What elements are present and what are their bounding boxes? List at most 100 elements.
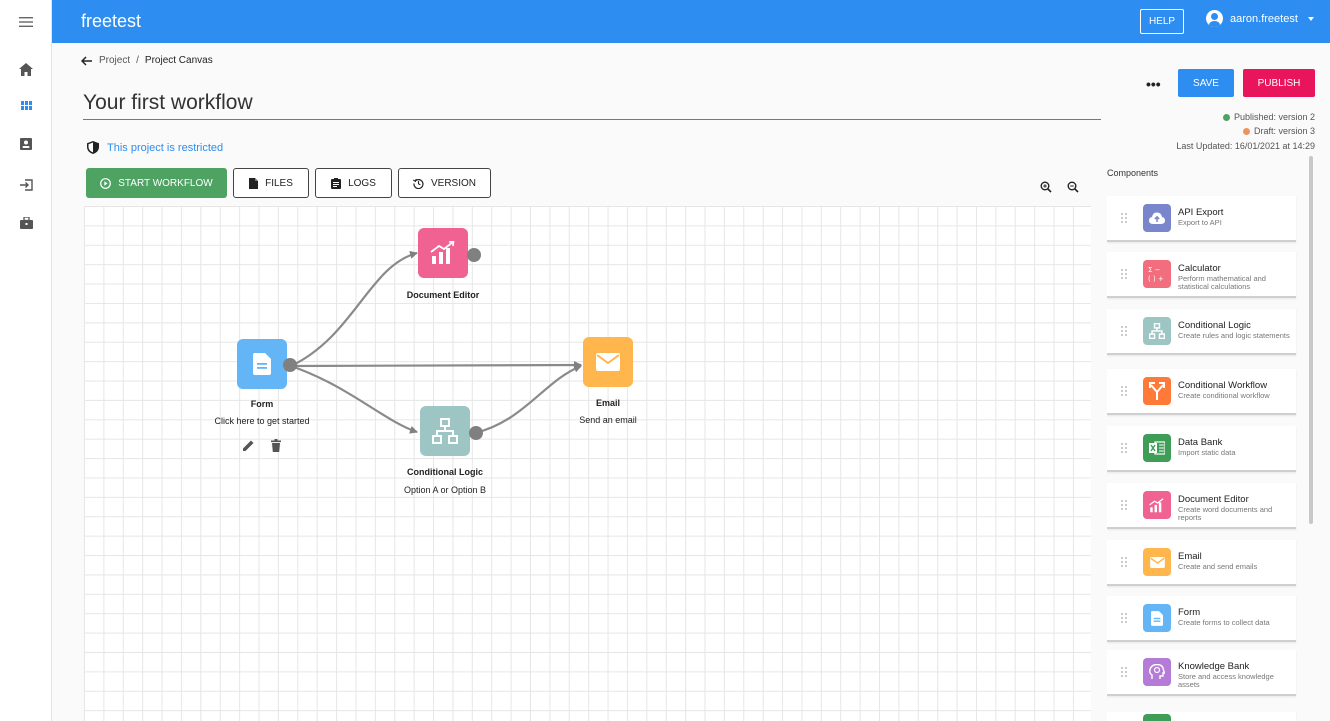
pencil-icon[interactable] — [242, 439, 255, 452]
component-name: Conditional Logic — [1178, 320, 1251, 331]
version-button[interactable]: VERSION — [398, 168, 491, 198]
document-editor-node-title: Document Editor — [406, 290, 480, 300]
svg-text:( ) +: ( ) + — [1148, 275, 1164, 283]
component-desc: Create word documents and reports — [1178, 505, 1273, 522]
chart-report-icon — [430, 241, 455, 264]
excel-icon — [1143, 434, 1171, 462]
play-circle-icon — [100, 177, 112, 189]
contact-card-icon[interactable] — [17, 135, 35, 153]
published-text: Published: version 2 — [1233, 112, 1315, 122]
version-label: VERSION — [430, 177, 476, 189]
component-calculator[interactable]: Σ −( ) + Calculator Perform mathematical… — [1107, 252, 1296, 298]
link-form-document-editor[interactable] — [290, 250, 418, 367]
drag-handle-icon[interactable] — [1120, 442, 1128, 454]
components-list[interactable]: API Export Export to API Σ −( ) + Calcul… — [1107, 186, 1305, 721]
title-underline — [83, 119, 1101, 120]
component-knowledge-bank[interactable]: Knowledge Bank Store and access knowledg… — [1107, 650, 1296, 696]
component-api-export[interactable]: API Export Export to API — [1107, 196, 1296, 242]
brand-name[interactable]: freetest — [81, 11, 141, 32]
page-title[interactable]: Your first workflow — [83, 91, 253, 115]
workflow-canvas[interactable]: Form Click here to get started Document … — [84, 206, 1091, 721]
form-node[interactable] — [237, 339, 287, 389]
component-desc: Export to API — [1178, 218, 1222, 227]
drag-handle-icon[interactable] — [1120, 268, 1128, 280]
component-desc: Create forms to collect data — [1178, 618, 1270, 627]
component-name: Document Editor — [1178, 494, 1249, 505]
component-name: Knowledge Bank — [1178, 661, 1250, 672]
component-document-editor[interactable]: Document Editor Create word documents an… — [1107, 483, 1296, 529]
draft-status-dot — [1242, 127, 1250, 135]
component-email[interactable]: Email Create and send emails — [1107, 540, 1296, 586]
drag-handle-icon[interactable] — [1120, 666, 1128, 678]
component-name: Conditional Workflow — [1178, 380, 1268, 391]
briefcase-icon[interactable] — [17, 214, 35, 232]
draft-text: Draft: version 3 — [1253, 126, 1315, 136]
component-conditional-workflow[interactable]: Conditional Workflow Create conditional … — [1107, 369, 1296, 415]
document-icon — [1143, 604, 1171, 632]
dashboard-icon[interactable] — [17, 96, 35, 114]
drag-handle-icon[interactable] — [1120, 385, 1128, 397]
component-name: API Export — [1178, 207, 1224, 218]
save-button[interactable]: SAVE — [1178, 69, 1234, 97]
help-button[interactable]: HELP — [1140, 9, 1184, 34]
logs-label: LOGS — [348, 177, 376, 189]
drag-handle-icon[interactable] — [1120, 556, 1128, 568]
form-node-tools — [242, 439, 281, 452]
zoom-in-icon[interactable] — [1040, 181, 1052, 193]
form-output-port[interactable] — [283, 358, 297, 372]
conditional-logic-node[interactable] — [420, 406, 470, 456]
conditional-logic-node-title: Conditional Logic — [407, 467, 483, 477]
shield-icon — [87, 141, 99, 154]
drag-handle-icon[interactable] — [1120, 325, 1128, 337]
restricted-text: This project is restricted — [107, 141, 224, 154]
document-editor-output-port[interactable] — [467, 248, 481, 262]
connection-lines — [290, 250, 582, 435]
conditional-logic-node-subtitle: Option A or Option B — [403, 485, 487, 495]
more-options-button[interactable]: ••• — [1146, 76, 1161, 92]
component-form[interactable]: Form Create forms to collect data — [1107, 596, 1296, 642]
breadcrumb-parent[interactable]: Project — [99, 55, 130, 66]
component-name: Calculator — [1178, 263, 1221, 274]
sitemap-icon — [1143, 317, 1171, 345]
components-scrollbar[interactable] — [1309, 156, 1313, 524]
sign-in-icon[interactable] — [17, 176, 35, 194]
drag-handle-icon[interactable] — [1120, 499, 1128, 511]
conditional-logic-output-port[interactable] — [469, 426, 483, 440]
publish-button[interactable]: PUBLISH — [1243, 69, 1315, 97]
breadcrumb: Project / Project Canvas — [81, 55, 213, 66]
published-status: Published: version 2 — [1222, 112, 1315, 122]
zoom-out-icon[interactable] — [1067, 181, 1079, 193]
component-next-partial[interactable] — [1107, 712, 1296, 721]
arrow-back-icon[interactable] — [81, 55, 93, 66]
component-name: Email — [1178, 551, 1202, 562]
hamburger-menu-icon[interactable] — [0, 0, 52, 43]
envelope-icon — [1143, 548, 1171, 576]
calculator-icon: Σ −( ) + — [1143, 260, 1171, 288]
component-next-icon — [1143, 714, 1171, 721]
form-node-title: Form — [250, 399, 274, 409]
component-data-bank[interactable]: Data Bank Import static data — [1107, 426, 1296, 472]
link-form-email[interactable] — [290, 361, 582, 370]
logs-button[interactable]: LOGS — [315, 168, 392, 198]
drag-handle-icon[interactable] — [1120, 212, 1128, 224]
email-node[interactable] — [583, 337, 633, 387]
start-workflow-label: START WORKFLOW — [118, 177, 213, 189]
email-node-title: Email — [595, 398, 620, 408]
files-button[interactable]: FILES — [233, 168, 309, 198]
last-updated-text: Last Updated: 16/01/2021 at 14:29 — [1176, 141, 1315, 151]
sitemap-icon — [432, 418, 458, 444]
document-editor-node[interactable] — [418, 228, 468, 278]
component-conditional-logic[interactable]: Conditional Logic Create rules and logic… — [1107, 309, 1296, 355]
left-sidebar — [0, 43, 52, 721]
caret-down-icon — [1307, 16, 1314, 21]
restricted-notice[interactable]: This project is restricted — [87, 141, 223, 154]
start-workflow-button[interactable]: START WORKFLOW — [86, 168, 227, 198]
trash-icon[interactable] — [271, 439, 281, 452]
user-menu[interactable]: aaron.freetest — [1206, 10, 1314, 27]
component-desc: Store and access knowledge assets — [1178, 672, 1274, 689]
cloud-upload-icon — [1143, 204, 1171, 232]
username: aaron.freetest — [1230, 12, 1298, 25]
home-icon[interactable] — [17, 60, 35, 78]
drag-handle-icon[interactable] — [1120, 612, 1128, 624]
file-icon — [249, 177, 259, 189]
